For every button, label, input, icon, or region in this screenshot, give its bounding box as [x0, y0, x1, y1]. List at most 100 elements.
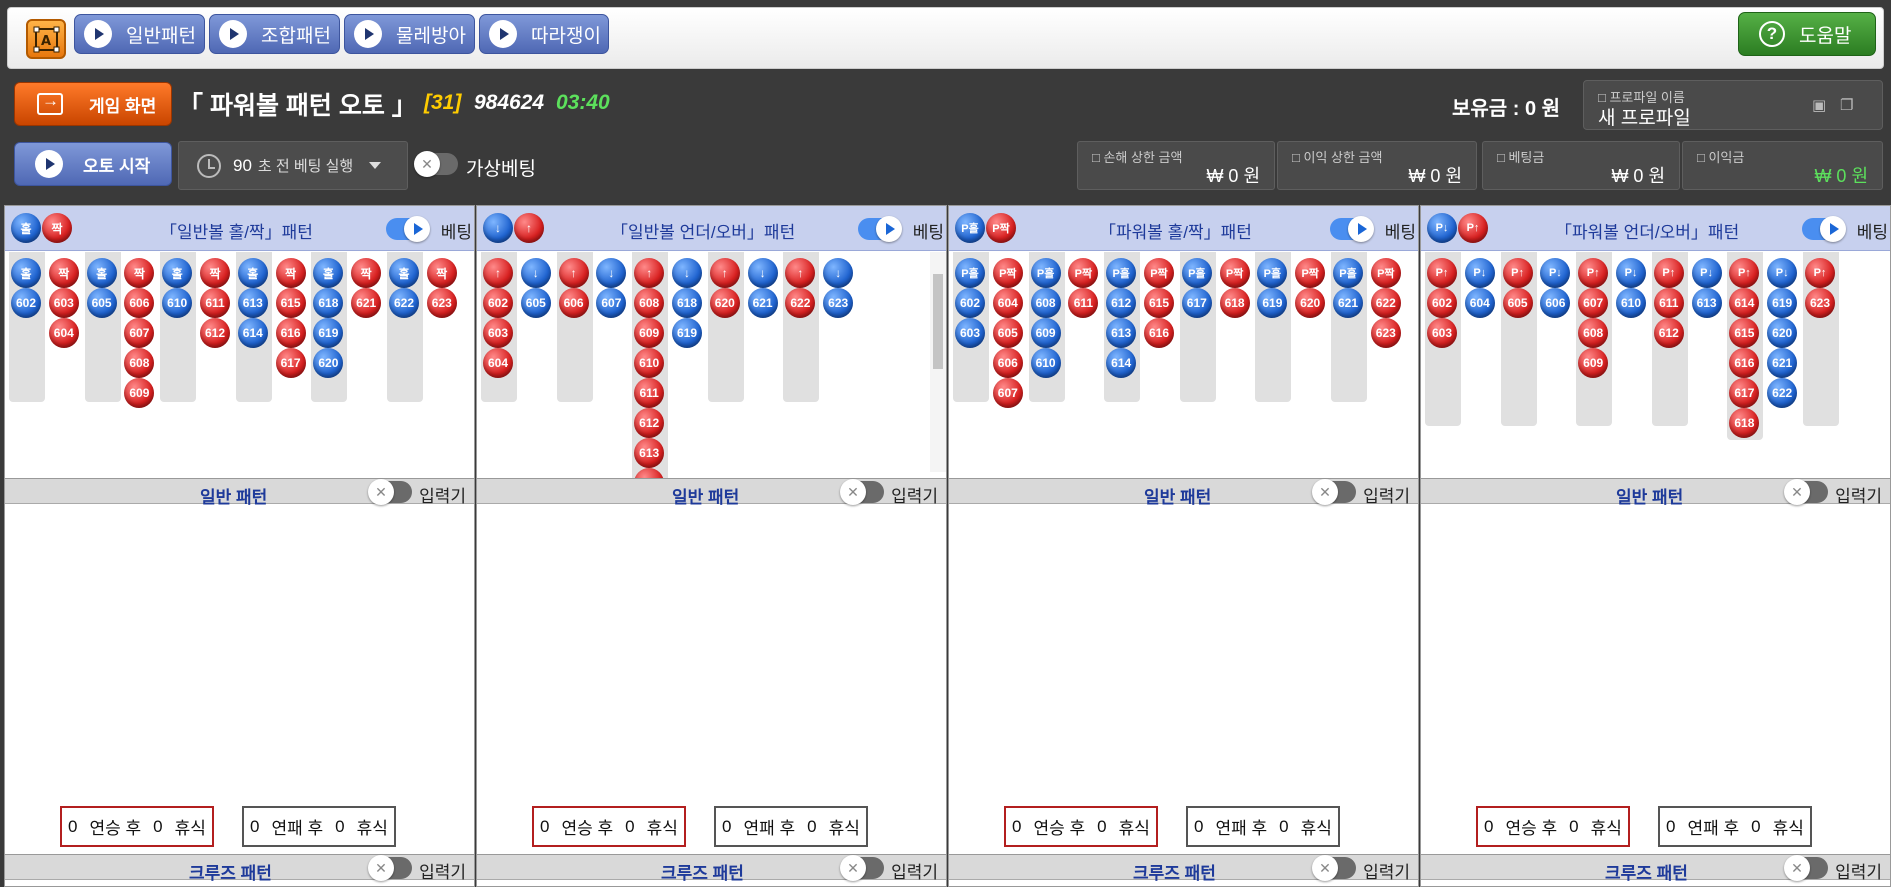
- virtual-bet-toggle[interactable]: ✕: [414, 151, 458, 177]
- normal-pattern-title: 일반 패턴: [200, 488, 268, 507]
- input-toggle[interactable]: ✕: [1312, 855, 1356, 881]
- auto-start-button[interactable]: 오토 시작: [14, 142, 172, 186]
- win-rest-control[interactable]: 0 연승 후 0 휴식: [532, 806, 686, 847]
- result-ball: 606: [558, 288, 589, 318]
- count-value[interactable]: 0: [716, 817, 737, 837]
- ctrl-label: 연승 후: [1033, 819, 1086, 838]
- nav-button-4[interactable]: 따라쟁이: [479, 14, 609, 54]
- column-head-ball: P↑: [1427, 258, 1457, 288]
- count-value[interactable]: 0: [1006, 817, 1027, 837]
- column-head-ball: P↓: [1464, 258, 1495, 288]
- win-rest-control[interactable]: 0 연승 후 0 휴식: [1004, 806, 1158, 847]
- count-value[interactable]: 0: [62, 817, 83, 837]
- nav-button-2[interactable]: 조합패턴: [209, 14, 340, 54]
- profile-box[interactable]: □ 프로파일 이름 새 프로파일 ▣ ❐: [1583, 80, 1883, 130]
- play-icon: [876, 216, 902, 242]
- result-ball: 613: [1691, 288, 1722, 318]
- count-value[interactable]: 0: [1660, 817, 1681, 837]
- result-ball: 604: [992, 288, 1023, 318]
- bet-timing-value: 90: [233, 155, 252, 175]
- bet-timing-label: 초 전 베팅 실행: [257, 158, 354, 175]
- clock-icon: [197, 153, 221, 178]
- lose-rest-control[interactable]: 0 연패 후 0 휴식: [714, 806, 868, 847]
- input-toggle[interactable]: ✕: [1784, 855, 1828, 881]
- input-toggle[interactable]: ✕: [368, 479, 412, 505]
- ctrl-label: 휴식: [1590, 819, 1622, 838]
- svg-text:A: A: [41, 34, 51, 49]
- result-ball: 604: [48, 318, 79, 348]
- column-head-ball: 홀: [237, 258, 268, 288]
- result-ball: 602: [1427, 288, 1457, 318]
- bet-timing-select[interactable]: 90 초 전 베팅 실행: [178, 141, 408, 190]
- count-value[interactable]: 0: [619, 817, 640, 837]
- count-value[interactable]: 0: [1188, 817, 1209, 837]
- count-value[interactable]: 0: [801, 817, 822, 837]
- game-screen-button[interactable]: 게임 화면: [14, 82, 172, 126]
- column-head-ball: ↑: [709, 258, 740, 288]
- round-number: [31]: [424, 91, 462, 114]
- ctrl-label: 연패 후: [1215, 819, 1268, 838]
- help-button[interactable]: ? 도움말: [1738, 12, 1876, 56]
- close-icon: ✕: [368, 479, 394, 505]
- ctrl-label: 휴식: [828, 819, 860, 838]
- money-label: □ 이익 상한 금액: [1292, 150, 1383, 165]
- input-toggle[interactable]: ✕: [1312, 479, 1356, 505]
- lose-rest-control[interactable]: 0 연패 후 0 휴식: [1186, 806, 1340, 847]
- game-screen-label: 게임 화면: [89, 96, 157, 116]
- result-ball: 612: [1106, 288, 1137, 318]
- panel-title: 「파워볼 홀/짝」패턴: [1099, 223, 1252, 242]
- play-icon: [404, 216, 430, 242]
- count-value[interactable]: 0: [1091, 817, 1112, 837]
- bet-toggle[interactable]: [1330, 216, 1374, 242]
- count-value[interactable]: 0: [534, 817, 555, 837]
- result-ball: 620: [1767, 318, 1798, 348]
- nav-button-3[interactable]: 물레방아: [344, 14, 475, 54]
- result-ball: 617: [1181, 288, 1212, 318]
- bet-toggle[interactable]: [1802, 216, 1846, 242]
- ctrl-label: 휴식: [1300, 819, 1332, 838]
- count-value[interactable]: 0: [1273, 817, 1294, 837]
- result-ball: 607: [1578, 288, 1609, 318]
- result-ball: 612: [634, 408, 665, 438]
- chevron-down-icon: [369, 162, 382, 169]
- bet-toggle[interactable]: [386, 216, 430, 242]
- panel-header: 홀 짝 「일반볼 홀/짝」패턴 베팅: [5, 206, 474, 251]
- count-value[interactable]: 0: [329, 817, 350, 837]
- count-value[interactable]: 0: [1745, 817, 1766, 837]
- win-rest-control[interactable]: 0 연승 후 0 휴식: [1476, 806, 1630, 847]
- bet-toggle[interactable]: [858, 216, 902, 242]
- header-ball: P↑: [1458, 213, 1488, 243]
- result-ball: 621: [1767, 348, 1798, 378]
- normal-pattern-header: 일반 패턴 ✕ 입력기: [477, 478, 946, 507]
- lose-rest-control[interactable]: 0 연패 후 0 휴식: [1658, 806, 1812, 847]
- input-toggle[interactable]: ✕: [368, 855, 412, 881]
- input-toggle[interactable]: ✕: [840, 855, 884, 881]
- panel-header: P↓ P↑ 「파워볼 언더/오버」패턴 베팅: [1421, 206, 1890, 251]
- column-head-ball: P짝: [1068, 258, 1099, 288]
- profile-name[interactable]: 새 프로파일: [1598, 103, 1691, 130]
- result-ball: 623: [823, 288, 854, 318]
- result-ball: 609: [1578, 348, 1609, 378]
- count-value[interactable]: 0: [244, 817, 265, 837]
- count-value[interactable]: 0: [1478, 817, 1499, 837]
- close-icon: ✕: [414, 151, 440, 177]
- count-value[interactable]: 0: [147, 817, 168, 837]
- scrollbar[interactable]: [930, 252, 946, 472]
- game-id: 984624: [474, 91, 545, 114]
- count-value[interactable]: 0: [1563, 817, 1584, 837]
- result-ball: 623: [1370, 318, 1401, 348]
- normal-pattern-header: 일반 패턴 ✕ 입력기: [1421, 478, 1890, 507]
- scrollbar-thumb[interactable]: [933, 274, 943, 369]
- win-rest-control[interactable]: 0 연승 후 0 휴식: [60, 806, 214, 847]
- copy-icon[interactable]: ❐: [1840, 96, 1858, 114]
- result-ball: 608: [1578, 318, 1609, 348]
- nav-button-1[interactable]: 일반패턴: [74, 14, 205, 54]
- auto-start-label: 오토 시작: [83, 156, 151, 176]
- lose-rest-control[interactable]: 0 연패 후 0 휴식: [242, 806, 396, 847]
- input-toggle[interactable]: ✕: [1784, 479, 1828, 505]
- input-toggle[interactable]: ✕: [840, 479, 884, 505]
- save-icon[interactable]: ▣: [1812, 96, 1830, 114]
- result-ball: 614: [1106, 348, 1137, 378]
- result-ball: 618: [672, 288, 702, 318]
- money-value: ₩ 0 원: [1611, 166, 1665, 186]
